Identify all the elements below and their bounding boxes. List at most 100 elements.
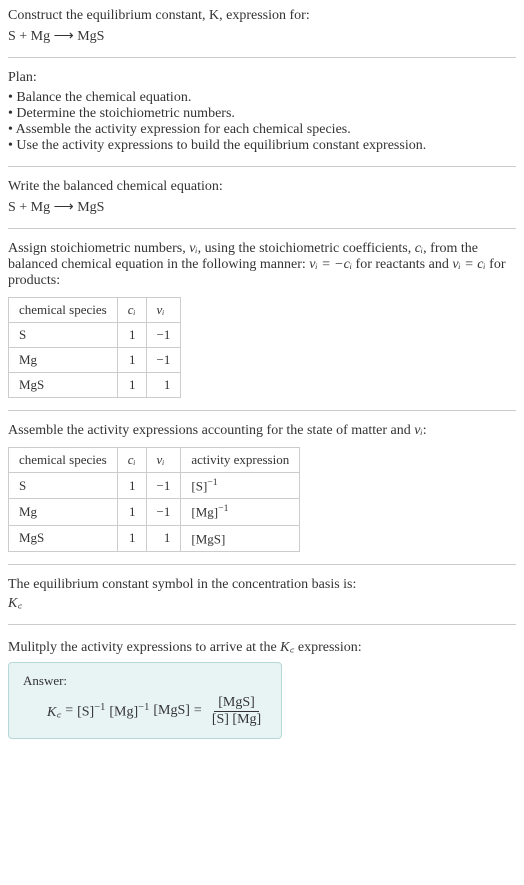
balanced-text: Write the balanced chemical equation: [8, 179, 516, 195]
col-ci: cᵢ [117, 298, 146, 323]
table-row: Mg 1 −1 [Mg]−1 [9, 499, 300, 525]
divider [8, 624, 516, 625]
answer-label: Answer: [23, 673, 267, 689]
stoich-table: chemical species cᵢ νᵢ S 1 −1 Mg 1 −1 Mg… [8, 297, 181, 398]
header-line1: Construct the equilibrium constant, K, e… [8, 8, 516, 24]
cell-species: S [9, 323, 118, 348]
cell-nu: −1 [146, 348, 181, 373]
exp: −1 [94, 702, 105, 713]
plan-item: • Assemble the activity expression for e… [8, 122, 516, 138]
cell-nu: 1 [146, 373, 181, 398]
stoich-section: Assign stoichiometric numbers, νᵢ, using… [8, 241, 516, 398]
symbol-text: The equilibrium constant symbol in the c… [8, 577, 516, 593]
fraction: [MgS] [S] [Mg] [208, 695, 265, 728]
cell-activity: [MgS] [181, 525, 300, 551]
plan-item: • Determine the stoichiometric numbers. [8, 106, 516, 122]
divider [8, 410, 516, 411]
cell-species: Mg [9, 499, 118, 525]
term2: [Mg]−1 [109, 702, 149, 721]
denominator: [S] [Mg] [208, 712, 265, 728]
plan-list: • Balance the chemical equation. • Deter… [8, 90, 516, 154]
plan-item: • Balance the chemical equation. [8, 90, 516, 106]
table-row: S 1 −1 [9, 323, 181, 348]
expr-exp: −1 [207, 477, 217, 488]
kc-symbol: K꜀ [8, 593, 516, 612]
symbol-section: The equilibrium constant symbol in the c… [8, 577, 516, 612]
divider [8, 166, 516, 167]
table-row: MgS 1 1 [9, 373, 181, 398]
cell-species: MgS [9, 525, 118, 551]
relation: νᵢ = −cᵢ [309, 257, 352, 272]
answer-box: Answer: K꜀ = [S]−1 [Mg]−1 [MgS] = [MgS] … [8, 662, 282, 739]
multiply-section: Mulitply the activity expressions to arr… [8, 637, 516, 739]
table-header-row: chemical species cᵢ νᵢ activity expressi… [9, 448, 300, 473]
cell-c: 1 [117, 323, 146, 348]
cell-species: MgS [9, 373, 118, 398]
table-row: S 1 −1 [S]−1 [9, 473, 300, 499]
text-part: Mulitply the activity expressions to arr… [8, 640, 280, 655]
cell-c: 1 [117, 499, 146, 525]
text-part: Assemble the activity expressions accoun… [8, 423, 414, 438]
answer-equation: K꜀ = [S]−1 [Mg]−1 [MgS] = [MgS] [S] [Mg] [23, 695, 267, 728]
cell-c: 1 [117, 525, 146, 551]
expr-base: [Mg] [191, 505, 218, 520]
activity-text: Assemble the activity expressions accoun… [8, 423, 516, 439]
exp: −1 [138, 702, 149, 713]
col-nui: νᵢ [146, 448, 181, 473]
table-header-row: chemical species cᵢ νᵢ [9, 298, 181, 323]
cell-species: S [9, 473, 118, 499]
stoich-text: Assign stoichiometric numbers, νᵢ, using… [8, 241, 516, 289]
base: [Mg] [109, 705, 138, 720]
text-part: : [423, 423, 427, 438]
text-part: for reactants and [352, 257, 452, 272]
header-section: Construct the equilibrium constant, K, e… [8, 8, 516, 45]
plan-title: Plan: [8, 70, 516, 86]
equals: = [65, 703, 73, 719]
cell-c: 1 [117, 373, 146, 398]
cell-activity: [S]−1 [181, 473, 300, 499]
activity-table: chemical species cᵢ νᵢ activity expressi… [8, 447, 300, 552]
expr-base: [MgS] [191, 531, 225, 546]
expr-exp: −1 [218, 503, 228, 514]
text-part: , using the stoichiometric coefficients, [198, 241, 415, 256]
balanced-equation: S + Mg ⟶ MgS [8, 199, 516, 216]
relation: νᵢ = cᵢ [452, 257, 485, 272]
plan-section: Plan: • Balance the chemical equation. •… [8, 70, 516, 154]
expr-base: [S] [191, 478, 207, 493]
cell-nu: −1 [146, 323, 181, 348]
c-i: cᵢ [415, 241, 423, 256]
text-part: Assign stoichiometric numbers, [8, 241, 189, 256]
col-ci: cᵢ [117, 448, 146, 473]
base: [S] [77, 705, 94, 720]
nu-i: νᵢ [414, 423, 422, 438]
kc: K꜀ [280, 640, 294, 655]
col-species: chemical species [9, 298, 118, 323]
numerator: [MgS] [214, 695, 259, 712]
table-row: MgS 1 1 [MgS] [9, 525, 300, 551]
divider [8, 564, 516, 565]
cell-nu: −1 [146, 473, 181, 499]
multiply-text: Mulitply the activity expressions to arr… [8, 637, 516, 656]
cell-activity: [Mg]−1 [181, 499, 300, 525]
equals: = [194, 703, 202, 719]
table-row: Mg 1 −1 [9, 348, 181, 373]
plan-item: • Use the activity expressions to build … [8, 138, 516, 154]
balanced-section: Write the balanced chemical equation: S … [8, 179, 516, 216]
term3: [MgS] [153, 703, 190, 719]
cell-c: 1 [117, 473, 146, 499]
cell-nu: 1 [146, 525, 181, 551]
activity-section: Assemble the activity expressions accoun… [8, 423, 516, 552]
header-equation: S + Mg ⟶ MgS [8, 28, 516, 45]
nu-i: νᵢ [189, 241, 197, 256]
kc: K꜀ [47, 702, 61, 721]
divider [8, 228, 516, 229]
col-nui: νᵢ [146, 298, 181, 323]
term1: [S]−1 [77, 702, 105, 721]
divider [8, 57, 516, 58]
col-species: chemical species [9, 448, 118, 473]
header-text-part: Construct the equilibrium constant, K, e… [8, 8, 310, 23]
cell-species: Mg [9, 348, 118, 373]
col-activity: activity expression [181, 448, 300, 473]
cell-nu: −1 [146, 499, 181, 525]
cell-c: 1 [117, 348, 146, 373]
